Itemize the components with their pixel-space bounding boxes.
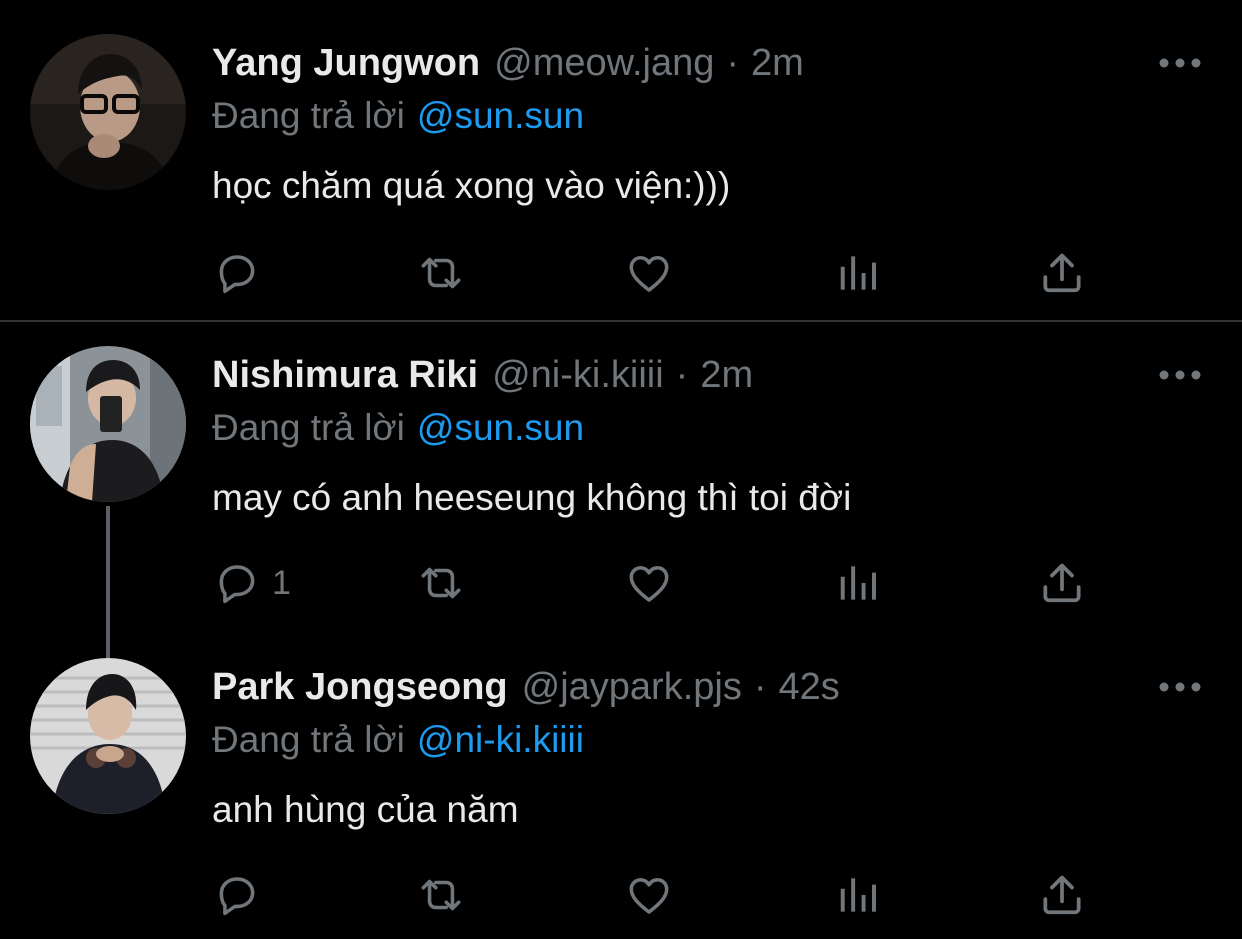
analytics-button[interactable] [832,870,882,920]
separator: · [753,666,767,708]
retweet-icon [416,870,466,920]
analytics-button[interactable] [832,558,882,608]
timestamp[interactable]: 2m [751,42,804,84]
tweet-header: Nishimura Riki @ni-ki.kiiii · 2m [212,356,753,394]
reply-button[interactable]: 1 [212,558,291,608]
replying-label: Đang trả lời [212,407,405,448]
tweet[interactable]: Nishimura Riki @ni-ki.kiiii · 2m Đang trả l… [0,322,1242,652]
action-bar [0,870,1242,920]
avatar[interactable] [30,34,186,190]
retweet-button[interactable] [416,558,466,608]
share-icon [1037,248,1087,298]
action-bar [0,248,1242,298]
separator: · [675,354,689,396]
more-icon[interactable] [1158,368,1202,382]
tweet[interactable]: Park Jongseong @jaypark.pjs · 42s Đang trả … [0,652,1242,939]
analytics-button[interactable] [832,248,882,298]
display-name[interactable]: Park Jongseong [212,666,508,708]
tweet-text: học chăm quá xong vào viện:))) [212,165,731,206]
timestamp[interactable]: 2m [700,354,753,396]
like-icon [624,248,674,298]
replying-label: Đang trả lời [212,95,405,136]
retweet-button[interactable] [416,248,466,298]
separator: · [726,42,740,84]
reply-icon [212,558,262,608]
mention-link[interactable]: @sun.sun [417,95,584,136]
analytics-icon [832,558,882,608]
replying-to: Đang trả lời @sun.sun [212,409,584,446]
replying-label: Đang trả lời [212,719,405,760]
handle[interactable]: @jaypark.pjs [522,666,742,708]
share-button[interactable] [1037,248,1087,298]
like-button[interactable] [624,870,674,920]
timestamp[interactable]: 42s [779,666,840,708]
reply-button[interactable] [212,870,272,920]
like-button[interactable] [624,248,674,298]
reply-icon [212,248,262,298]
tweet[interactable]: Yang Jungwon @meow.jang · 2m Đang trả lời @s… [0,0,1242,320]
share-button[interactable] [1037,870,1087,920]
like-icon [624,558,674,608]
analytics-icon [832,870,882,920]
more-icon[interactable] [1158,56,1202,70]
tweet-text: may có anh heeseung không thì toi đời [212,477,852,518]
thread-line [106,506,110,658]
replying-to: Đang trả lời @sun.sun [212,97,584,134]
like-button[interactable] [624,558,674,608]
retweet-icon [416,558,466,608]
replying-to: Đang trả lời @ni-ki.kiiii [212,721,584,758]
share-button[interactable] [1037,558,1087,608]
tweet-text: anh hùng của năm [212,789,519,830]
reply-count: 1 [272,563,291,602]
share-icon [1037,558,1087,608]
mention-link[interactable]: @ni-ki.kiiii [417,719,584,760]
reply-icon [212,870,262,920]
action-bar: 1 [0,558,1242,608]
analytics-icon [832,248,882,298]
more-icon[interactable] [1158,680,1202,694]
reply-button[interactable] [212,248,272,298]
tweet-header: Park Jongseong @jaypark.pjs · 42s [212,668,840,706]
mention-link[interactable]: @sun.sun [417,407,584,448]
share-icon [1037,870,1087,920]
like-icon [624,870,674,920]
handle[interactable]: @ni-ki.kiiii [492,354,664,396]
retweet-button[interactable] [416,870,466,920]
avatar[interactable] [30,346,186,502]
handle[interactable]: @meow.jang [494,42,714,84]
retweet-icon [416,248,466,298]
display-name[interactable]: Nishimura Riki [212,354,478,396]
tweet-header: Yang Jungwon @meow.jang · 2m [212,44,804,82]
display-name[interactable]: Yang Jungwon [212,42,480,84]
avatar[interactable] [30,658,186,814]
